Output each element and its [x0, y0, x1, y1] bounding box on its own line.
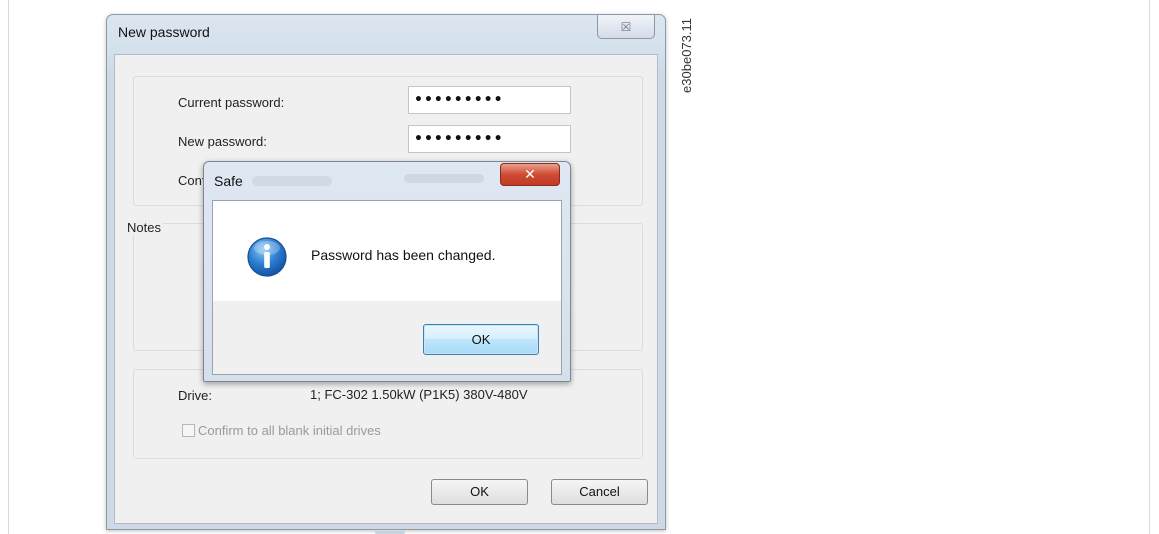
info-icon: [247, 237, 287, 277]
close-icon: ☒: [620, 19, 632, 34]
message-box: Safe ✕ Password has been changed. OK: [203, 161, 571, 382]
close-icon: ✕: [524, 166, 536, 183]
figure-id: e30be073.11: [671, 18, 701, 118]
confirm-blank-drives-label: Confirm to all blank initial drives: [198, 423, 381, 438]
drive-label: Drive:: [178, 388, 212, 403]
new-password-label: New password:: [178, 134, 267, 149]
cancel-button[interactable]: Cancel: [551, 479, 648, 505]
drive-value: 1; FC-302 1.50kW (P1K5) 380V-480V: [310, 387, 528, 402]
page-border-right: [1149, 0, 1150, 534]
current-password-field[interactable]: •••••••••: [408, 86, 571, 114]
confirm-password-label: Conf: [178, 173, 206, 188]
figure-id-text: e30be073.11: [678, 18, 694, 93]
message-box-close-button[interactable]: ✕: [500, 163, 560, 186]
ok-button[interactable]: OK: [431, 479, 528, 505]
new-password-field[interactable]: •••••••••: [408, 125, 571, 153]
page-border-left: [8, 0, 9, 534]
title-blur: [252, 176, 332, 186]
drive-group: Drive: 1; FC-302 1.50kW (P1K5) 380V-480V…: [133, 369, 643, 459]
notes-label: Notes: [125, 220, 163, 235]
confirm-blank-drives-checkbox[interactable]: [182, 424, 195, 437]
message-box-title: Safe: [214, 173, 243, 189]
message-ok-button[interactable]: OK: [423, 324, 539, 355]
dialog-close-button[interactable]: ☒: [597, 15, 655, 39]
dialog-title: New password: [118, 24, 210, 40]
message-box-body: Password has been changed. OK: [212, 200, 562, 375]
current-password-label: Current password:: [178, 95, 285, 110]
message-text: Password has been changed.: [311, 247, 496, 263]
title-blur-right: [404, 174, 484, 183]
